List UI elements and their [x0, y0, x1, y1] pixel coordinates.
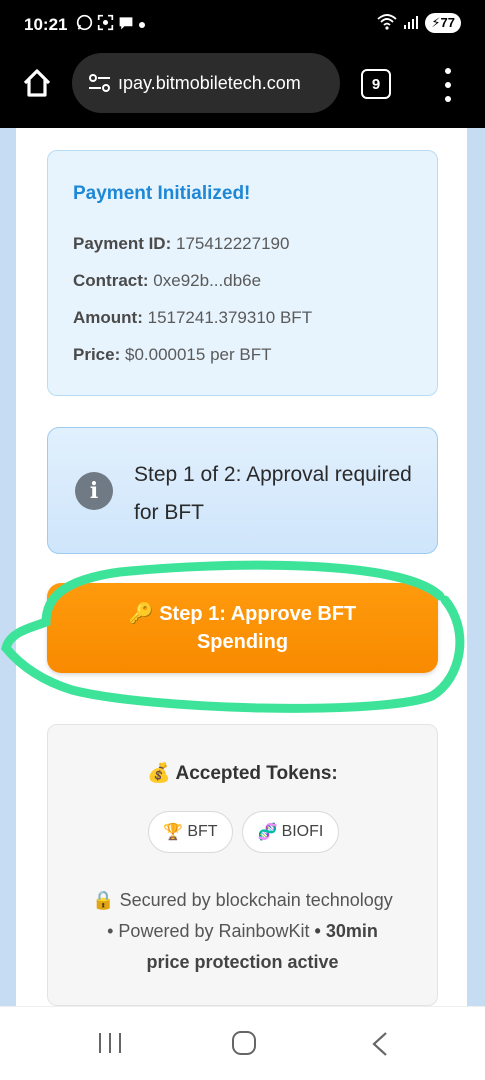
security-note: 🔒 Secured by blockchain technology • Pow… — [48, 885, 437, 978]
home-button[interactable] — [20, 66, 54, 100]
powered-text: • Powered by RainbowKit — [107, 921, 310, 941]
contract-label: Contract: — [73, 271, 149, 290]
contract-value: 0xe92b...db6e — [153, 271, 262, 290]
status-time: 10:21 — [24, 15, 68, 34]
protection-text-bold: • 30min — [314, 921, 378, 941]
accepted-tokens-panel: 💰 Accepted Tokens: 🏆 BFT 🧬 BIOFI 🔒 Secur… — [47, 724, 438, 1006]
whatsapp-icon — [76, 14, 93, 35]
tokens-title: 💰 Accepted Tokens: — [48, 761, 437, 785]
battery-level: 77 — [440, 15, 455, 30]
step-notice-text: Step 1 of 2: Approval required for BFT — [134, 463, 412, 524]
site-settings-icon[interactable] — [86, 72, 114, 94]
payment-initialized-panel: Payment Initialized! Payment ID: 1754122… — [47, 150, 438, 396]
trophy-icon: 🏆 — [163, 824, 184, 841]
tab-switcher-button[interactable]: 9 — [361, 69, 391, 99]
dna-icon: 🧬 — [257, 824, 278, 841]
address-bar[interactable]: ıpay.bitmobiletech.com — [72, 53, 340, 113]
contract-row: Contract: 0xe92b...db6e — [73, 271, 261, 291]
token-chip-biofi: 🧬 BIOFI — [242, 811, 339, 853]
token-chip-bft: 🏆 BFT — [148, 811, 233, 853]
amount-label: Amount: — [73, 308, 143, 327]
wifi-icon — [377, 13, 397, 33]
system-icons: ⚡77 — [377, 13, 461, 33]
price-value: $0.000015 per BFT — [124, 345, 272, 364]
tokens-title-text: Accepted Tokens: — [175, 763, 338, 784]
more-dot — [445, 82, 451, 88]
token-label: BIOFI — [281, 823, 324, 840]
step-notice: i Step 1 of 2: Approval required for BFT — [47, 427, 438, 554]
payment-id-label: Payment ID: — [73, 234, 172, 253]
money-bag-icon: 💰 — [147, 763, 171, 784]
price-label: Price: — [73, 345, 121, 364]
lock-icon: 🔒 — [92, 890, 115, 910]
home-icon — [23, 69, 51, 97]
browser-toolbar: ıpay.bitmobiletech.com 9 — [0, 50, 485, 128]
secured-text: Secured by blockchain technology — [119, 890, 393, 910]
scan-icon — [97, 14, 114, 35]
notification-icons — [76, 14, 146, 35]
system-nav-bar — [0, 1006, 485, 1080]
home-nav-button[interactable] — [231, 1031, 257, 1060]
more-dot — [445, 96, 451, 102]
home-circle-icon — [232, 1031, 256, 1055]
info-icon: i — [75, 472, 113, 510]
amount-value: 1517241.379310 BFT — [147, 308, 313, 327]
recent-apps-icon — [99, 1033, 121, 1053]
url-text[interactable]: ıpay.bitmobiletech.com — [118, 73, 301, 94]
payment-id-row: Payment ID: 175412227190 — [73, 234, 289, 254]
recent-apps-button[interactable] — [97, 1031, 123, 1060]
payment-title: Payment Initialized! — [73, 183, 251, 204]
more-menu-button[interactable] — [438, 68, 458, 102]
token-label: BFT — [187, 823, 218, 840]
tab-count: 9 — [371, 75, 381, 93]
approve-bft-button[interactable]: 🔑 Step 1: Approve BFT Spending — [47, 583, 438, 673]
approve-button-label: Step 1: Approve BFT Spending — [159, 603, 357, 653]
battery-icon: ⚡77 — [425, 13, 461, 33]
chat-icon — [118, 15, 134, 35]
back-icon — [372, 1032, 387, 1056]
amount-row: Amount: 1517241.379310 BFT — [73, 308, 312, 328]
price-row: Price: $0.000015 per BFT — [73, 345, 271, 365]
status-bar: 10:21 ⚡77 — [0, 0, 485, 50]
signal-icon — [403, 15, 419, 32]
dot-icon — [138, 16, 146, 33]
key-icon: 🔑 — [128, 603, 154, 625]
payment-id-value: 175412227190 — [175, 234, 290, 253]
more-dot — [445, 68, 451, 74]
back-button[interactable] — [370, 1031, 390, 1062]
protection-text-rest: price protection active — [146, 952, 339, 972]
